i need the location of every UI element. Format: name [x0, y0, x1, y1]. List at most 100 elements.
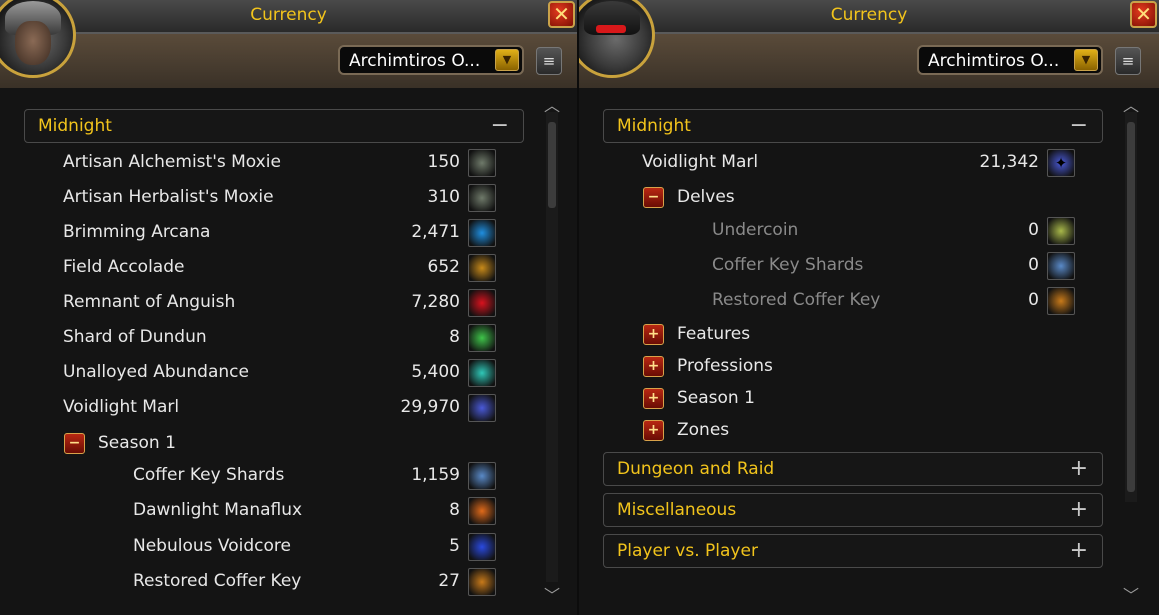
category-header[interactable]: Miscellaneous +	[603, 493, 1103, 527]
currency-row[interactable]: Field Accolade 652	[63, 253, 496, 283]
currency-amount: 5,400	[411, 362, 460, 382]
scroll-down-icon[interactable]: ﹀	[544, 582, 560, 606]
chevron-down-icon[interactable]: ▼	[495, 49, 519, 71]
abundance-icon[interactable]	[468, 359, 496, 387]
scroll-thumb[interactable]	[548, 122, 556, 208]
coffer-shard-icon[interactable]	[1047, 252, 1075, 280]
transfer-log-button[interactable]: ≡	[536, 47, 562, 75]
moxie-icon[interactable]	[468, 184, 496, 212]
currency-row[interactable]: Voidlight Marl 29,970	[63, 393, 496, 423]
undercoin-icon[interactable]	[1047, 217, 1075, 245]
coffer-key-icon[interactable]	[468, 567, 496, 596]
character-dropdown[interactable]: Archimtiros O... ▼	[917, 45, 1103, 75]
close-icon: ✕	[1135, 2, 1152, 26]
currency-row[interactable]: Restored Coffer Key 0	[712, 286, 1075, 316]
currency-row[interactable]: Shard of Dundun 8	[63, 323, 496, 353]
expand-icon[interactable]: +	[643, 324, 664, 345]
currency-amount: 310	[427, 187, 460, 207]
close-button[interactable]: ✕	[548, 1, 575, 28]
currency-amount: 1,159	[411, 465, 460, 485]
subgroup-label: Professions	[677, 356, 773, 376]
scrollbar[interactable]	[546, 112, 558, 582]
currency-name: Shard of Dundun	[63, 327, 207, 347]
currency-row[interactable]: Brimming Arcana 2,471	[63, 218, 496, 248]
currency-name: Coffer Key Shards	[133, 465, 285, 485]
close-icon: ✕	[553, 2, 570, 26]
character-dropdown[interactable]: Archimtiros O... ▼	[338, 45, 524, 75]
scroll-up-icon[interactable]: ︿	[1123, 92, 1139, 116]
currency-name: Field Accolade	[63, 257, 185, 277]
scroll-up-icon[interactable]: ︿	[544, 92, 560, 116]
currency-row[interactable]: Artisan Alchemist's Moxie 150	[63, 148, 496, 178]
currency-row[interactable]: Nebulous Voidcore 5	[133, 532, 496, 562]
expand-icon[interactable]: +	[643, 388, 664, 409]
expand-icon[interactable]: +	[643, 420, 664, 441]
coffer-key-icon[interactable]	[1047, 287, 1075, 315]
expand-icon: +	[1069, 538, 1088, 563]
currency-name: Artisan Alchemist's Moxie	[63, 152, 281, 172]
voidcore-icon[interactable]	[468, 532, 496, 561]
moxie-icon[interactable]	[468, 149, 496, 177]
currency-name: Voidlight Marl	[63, 397, 180, 417]
title-bar[interactable]: Currency ✕	[579, 0, 1159, 34]
dropdown-value: Archimtiros O...	[928, 51, 1060, 71]
subgroup-season-1[interactable]: − Season 1	[64, 430, 364, 458]
dundun-shard-icon[interactable]	[468, 324, 496, 352]
currency-amount: 8	[449, 500, 460, 521]
subgroup-header[interactable]: + Season 1	[643, 385, 943, 413]
currency-name: Restored Coffer Key	[712, 290, 881, 310]
category-label: Miscellaneous	[617, 500, 737, 520]
arcana-orb-icon[interactable]	[468, 219, 496, 247]
currency-amount: 0	[1028, 290, 1039, 310]
coffer-shard-icon[interactable]	[468, 462, 496, 490]
currency-name: Nebulous Voidcore	[133, 535, 291, 556]
currency-name: Artisan Herbalist's Moxie	[63, 187, 274, 207]
collapse-icon: −	[490, 113, 509, 138]
scroll-down-icon[interactable]: ﹀	[1123, 582, 1139, 606]
subgroup-header[interactable]: + Zones	[643, 417, 943, 445]
category-header-midnight[interactable]: Midnight −	[603, 109, 1103, 143]
voidlight-icon[interactable]: ✦	[1047, 149, 1075, 177]
category-header[interactable]: Player vs. Player +	[603, 534, 1103, 568]
currency-row-voidlight-marl[interactable]: Voidlight Marl 21,342 ✦	[642, 148, 1075, 178]
currency-list: Midnight − Artisan Alchemist's Moxie 150 A…	[0, 88, 577, 615]
category-header[interactable]: Dungeon and Raid +	[603, 452, 1103, 486]
voidlight-icon[interactable]	[468, 394, 496, 422]
accolade-icon[interactable]	[468, 254, 496, 282]
currency-panel-right: Currency ✕ Archimtiros O... ▼ ≡ Midnight…	[579, 0, 1159, 615]
expand-icon[interactable]: +	[643, 356, 664, 377]
close-button[interactable]: ✕	[1130, 1, 1157, 28]
category-header-midnight[interactable]: Midnight −	[24, 109, 524, 143]
currency-row[interactable]: Undercoin 0	[712, 216, 1075, 246]
scrollbar[interactable]	[1125, 112, 1137, 502]
subgroup-label: Zones	[677, 420, 730, 440]
transfer-log-button[interactable]: ≡	[1115, 47, 1141, 75]
currency-name: Remnant of Anguish	[63, 292, 236, 312]
scroll-thumb[interactable]	[1127, 122, 1135, 492]
chevron-down-icon[interactable]: ▼	[1074, 49, 1098, 71]
anguish-gem-icon[interactable]	[468, 289, 496, 317]
currency-name: Dawnlight Manaflux	[133, 500, 303, 521]
title-bar[interactable]: Currency ✕	[0, 0, 577, 34]
currency-row[interactable]: Dawnlight Manaflux 8	[133, 496, 496, 526]
currency-row[interactable]: Coffer Key Shards 1,159	[133, 461, 496, 491]
currency-row[interactable]: Unalloyed Abundance 5,400	[63, 358, 496, 388]
currency-amount: 8	[449, 327, 460, 347]
subgroup-header[interactable]: + Professions	[643, 353, 943, 381]
currency-row[interactable]: Restored Coffer Key 27	[133, 567, 496, 597]
currency-row[interactable]: Remnant of Anguish 7,280	[63, 288, 496, 318]
currency-amount: 0	[1028, 255, 1039, 275]
currency-row[interactable]: Artisan Herbalist's Moxie 310	[63, 183, 496, 213]
collapse-icon[interactable]: −	[643, 187, 664, 208]
expand-icon: +	[1069, 497, 1088, 522]
subgroup-label: Features	[677, 324, 751, 344]
collapse-icon[interactable]: −	[64, 433, 85, 454]
subgroup-header[interactable]: + Features	[643, 321, 943, 349]
subgroup-label: Season 1	[98, 433, 176, 453]
currency-amount: 27	[438, 570, 460, 591]
subgroup-delves[interactable]: − Delves	[643, 184, 943, 212]
currency-list: Midnight − Voidlight Marl 21,342 ✦ − Del…	[579, 88, 1159, 615]
expand-icon: +	[1069, 456, 1088, 481]
manaflux-icon[interactable]	[468, 497, 496, 526]
currency-row[interactable]: Coffer Key Shards 0	[712, 251, 1075, 281]
